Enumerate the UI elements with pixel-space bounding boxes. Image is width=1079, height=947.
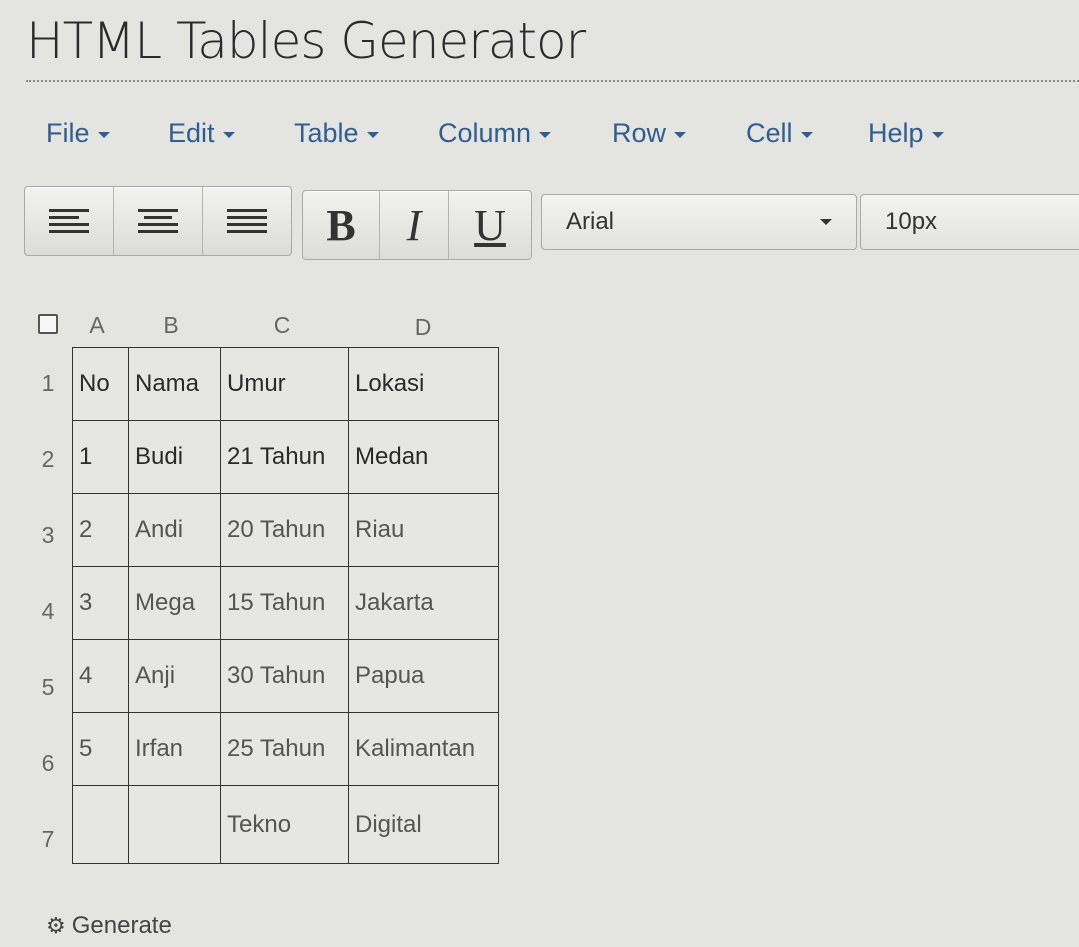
caret-down-icon: [366, 131, 379, 138]
align-center-button[interactable]: [114, 187, 203, 255]
table-cell[interactable]: Lokasi: [348, 347, 499, 421]
bold-button[interactable]: B: [303, 191, 380, 259]
select-all-checkbox[interactable]: [38, 314, 58, 334]
menu-edit[interactable]: Edit: [168, 118, 235, 149]
italic-icon: I: [406, 200, 422, 250]
menu-help[interactable]: Help: [868, 118, 944, 149]
column-header-a[interactable]: A: [72, 312, 122, 339]
alignment-button-group: [24, 186, 292, 256]
row-header-3[interactable]: 3: [36, 522, 60, 549]
table-row: 3 Mega 15 Tahun Jakarta: [72, 566, 499, 640]
title-divider: [26, 80, 1079, 82]
gears-icon: ⚙: [46, 913, 66, 938]
menu-label: Column: [438, 118, 532, 148]
row-header-6[interactable]: 6: [36, 750, 60, 777]
caret-down-icon: [931, 131, 944, 138]
align-left-icon: [49, 209, 89, 233]
table-cell[interactable]: Mega: [128, 566, 221, 640]
table-cell[interactable]: Budi: [128, 420, 221, 494]
menu-label: Cell: [746, 118, 793, 148]
table-row: No Nama Umur Lokasi: [72, 347, 499, 421]
page-title: HTML Tables Generator: [26, 12, 586, 70]
table-row: 4 Anji 30 Tahun Papua: [72, 639, 499, 713]
underline-button[interactable]: U: [449, 191, 531, 259]
caret-down-icon: [222, 131, 235, 138]
generate-label: Generate: [71, 912, 172, 939]
table-cell[interactable]: 15 Tahun: [220, 566, 349, 640]
row-header-2[interactable]: 2: [36, 446, 60, 473]
table-cell[interactable]: No: [72, 347, 129, 421]
menu-label: Row: [612, 118, 667, 148]
table-cell[interactable]: Riau: [348, 493, 499, 567]
table-cell[interactable]: [128, 785, 221, 864]
menu-table[interactable]: Table: [294, 118, 379, 149]
table-cell[interactable]: Jakarta: [348, 566, 499, 640]
app-window: HTML Tables Generator File Edit Table Co…: [0, 0, 1079, 947]
menu-cell[interactable]: Cell: [746, 118, 813, 149]
table-cell[interactable]: Andi: [128, 493, 221, 567]
table-row: 1 Budi 21 Tahun Medan: [72, 420, 499, 494]
table-cell[interactable]: 2: [72, 493, 129, 567]
column-header-b[interactable]: B: [128, 312, 214, 339]
table-cell[interactable]: Tekno: [220, 785, 349, 864]
table-cell[interactable]: 30 Tahun: [220, 639, 349, 713]
font-family-value: Arial: [566, 208, 615, 235]
font-family-select[interactable]: Arial: [541, 194, 857, 250]
font-size-select[interactable]: 10px: [860, 194, 1079, 250]
table-cell[interactable]: Umur: [220, 347, 349, 421]
table-cell[interactable]: 21 Tahun: [220, 420, 349, 494]
caret-down-icon: [800, 131, 813, 138]
table-grid: No Nama Umur Lokasi 1 Budi 21 Tahun Meda…: [72, 347, 499, 864]
format-button-group: B I U: [302, 190, 532, 260]
table-cell[interactable]: [72, 785, 129, 864]
row-header-5[interactable]: 5: [36, 674, 60, 701]
row-header-4[interactable]: 4: [36, 598, 60, 625]
underline-icon: U: [474, 200, 506, 250]
table-cell[interactable]: Digital: [348, 785, 499, 864]
table-cell[interactable]: Medan: [348, 420, 499, 494]
table-row: Tekno Digital: [72, 785, 499, 864]
menu-label: File: [46, 118, 90, 148]
table-cell[interactable]: 3: [72, 566, 129, 640]
table-cell[interactable]: Nama: [128, 347, 221, 421]
row-header-7[interactable]: 7: [36, 826, 60, 853]
align-left-button[interactable]: [25, 187, 114, 255]
chevron-down-icon: [820, 219, 832, 225]
italic-button[interactable]: I: [380, 191, 449, 259]
menu-label: Help: [868, 118, 924, 148]
table-row: 5 Irfan 25 Tahun Kalimantan: [72, 712, 499, 786]
bold-icon: B: [326, 200, 356, 250]
table-cell[interactable]: Kalimantan: [348, 712, 499, 786]
table-cell[interactable]: 4: [72, 639, 129, 713]
caret-down-icon: [97, 131, 110, 138]
column-header-d[interactable]: D: [350, 314, 496, 341]
table-cell[interactable]: Irfan: [128, 712, 221, 786]
menu-column[interactable]: Column: [438, 118, 552, 149]
caret-down-icon: [539, 131, 552, 138]
align-center-icon: [138, 209, 178, 233]
align-right-button[interactable]: [203, 187, 291, 255]
table-cell[interactable]: 5: [72, 712, 129, 786]
table-cell[interactable]: 25 Tahun: [220, 712, 349, 786]
font-size-value: 10px: [885, 208, 938, 235]
align-right-icon: [227, 209, 267, 233]
row-header-1[interactable]: 1: [36, 370, 60, 397]
table-cell[interactable]: Papua: [348, 639, 499, 713]
menu-label: Edit: [168, 118, 215, 148]
table-cell[interactable]: 20 Tahun: [220, 493, 349, 567]
table-row: 2 Andi 20 Tahun Riau: [72, 493, 499, 567]
caret-down-icon: [674, 131, 687, 138]
generate-button[interactable]: ⚙ Generate: [46, 912, 172, 940]
table-cell[interactable]: 1: [72, 420, 129, 494]
table-cell[interactable]: Anji: [128, 639, 221, 713]
menubar: File Edit Table Column Row Cell Help: [0, 112, 1079, 162]
menu-label: Table: [294, 118, 359, 148]
menu-file[interactable]: File: [46, 118, 110, 149]
column-header-c[interactable]: C: [220, 312, 344, 339]
menu-row[interactable]: Row: [612, 118, 687, 149]
